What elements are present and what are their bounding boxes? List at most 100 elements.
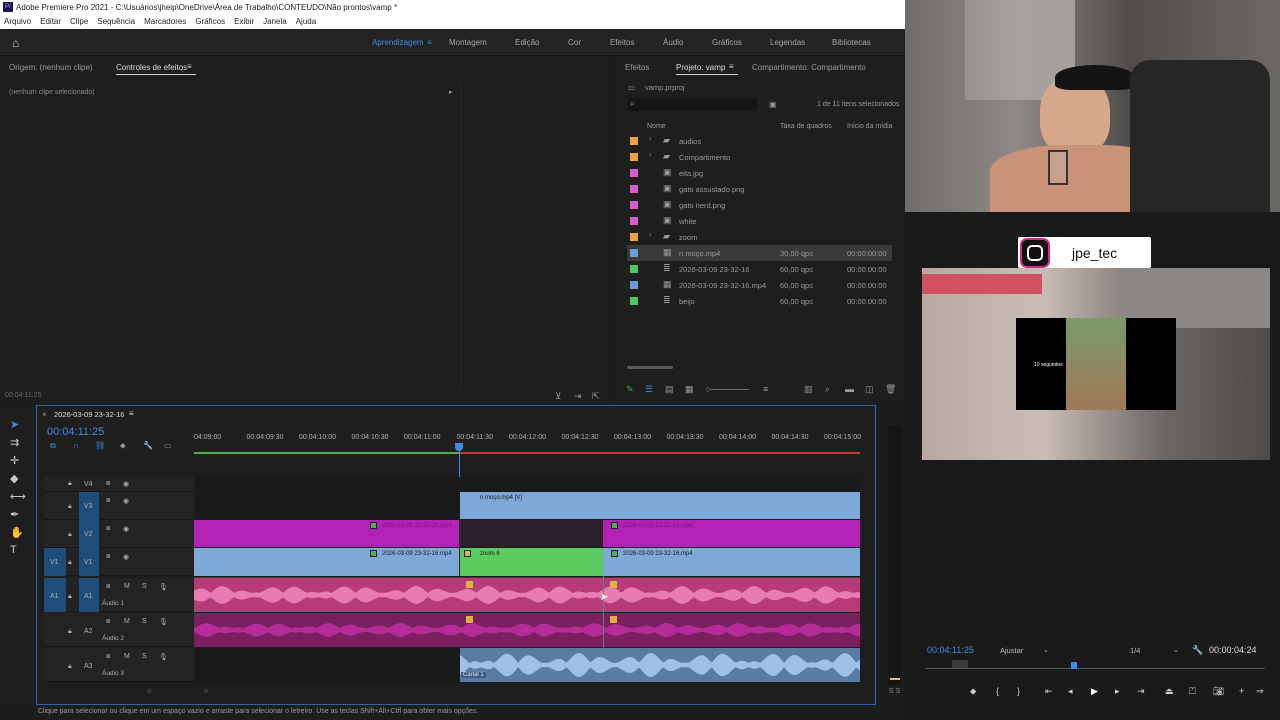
scroll-handle-icon[interactable]: ○ (204, 688, 208, 695)
slip-tool-icon[interactable]: ⟷ (10, 490, 26, 503)
track-label-a1[interactable]: A1 (84, 593, 93, 600)
lock-icon[interactable]: 🔒︎ (68, 593, 72, 601)
hand-tool-icon[interactable]: ✋ (10, 526, 24, 539)
step-back-icon[interactable]: ◂ (1068, 686, 1073, 697)
label-color-swatch[interactable] (630, 169, 638, 177)
clip-v3-n-moco[interactable]: n moço.mp4 [V] (460, 492, 860, 519)
project-item[interactable]: ≣ beijo 60,00 qps 00:00:00:00 (627, 293, 892, 309)
lock-icon[interactable]: 🔒︎ (68, 628, 72, 636)
lock-icon[interactable]: 🔒︎ (68, 559, 72, 567)
timeline-timecode[interactable]: 00:04:11:25 (47, 426, 104, 438)
panel-menu-icon[interactable]: ≡ (729, 62, 734, 71)
pencil-icon[interactable]: ✎ (626, 384, 634, 395)
project-item[interactable]: ▦ n moço.mp4 30,00 qps 00:00:00:00 (627, 245, 892, 261)
workspace-aprendizagem[interactable]: Aprendizagem (372, 38, 424, 47)
menu-marcadores[interactable]: Marcadores (144, 17, 186, 29)
tab-compartimento[interactable]: Compartimento: Compartimento (752, 63, 866, 72)
clip-a1-audio[interactable] (194, 578, 860, 612)
mute-button[interactable]: M (124, 653, 130, 660)
razor-tool-icon[interactable]: ◆ (10, 472, 18, 485)
linked-selection-icon[interactable]: ⛓ (95, 441, 105, 450)
icon-view-icon[interactable]: ▤ (665, 384, 674, 395)
clip-v2-left[interactable]: 2026-03-09 23-32-16.mp4 (194, 520, 459, 547)
source-label-a1[interactable]: A1 (50, 593, 59, 600)
mark-out-icon[interactable]: } (1017, 686, 1020, 696)
label-color-swatch[interactable] (630, 265, 638, 273)
chevron-down-icon[interactable]: ⌄ (1043, 646, 1049, 654)
panel-menu-icon[interactable]: ≡ (187, 62, 192, 71)
go-to-out-icon[interactable]: ⇥ (1137, 686, 1145, 697)
list-scrollbar[interactable] (627, 366, 673, 369)
solo-button[interactable]: S (142, 583, 147, 590)
add-marker-icon[interactable]: ⬥ (120, 441, 126, 451)
find-icon[interactable]: ⌕ (825, 384, 830, 395)
workspace-edicao[interactable]: Edição (515, 38, 539, 47)
project-item[interactable]: ▣ gato nerd.png (627, 197, 892, 213)
selection-tool-icon[interactable]: ➤ (10, 418, 19, 431)
sync-lock-icon[interactable]: ⧈ (106, 497, 110, 505)
label-color-swatch[interactable] (630, 233, 638, 241)
workspace-audio[interactable]: Áudio (663, 38, 683, 47)
menu-editar[interactable]: Editar (40, 17, 61, 29)
new-bin-icon[interactable]: ▬ (845, 384, 854, 394)
program-scrubber[interactable] (925, 668, 1265, 669)
sync-lock-icon[interactable]: ⧈ (106, 653, 110, 661)
snap-icon[interactable]: ∩ (73, 441, 79, 450)
clip-v2-right[interactable]: 2026-03-09 23-32-16.mp4 (603, 520, 860, 547)
track-select-tool-icon[interactable]: ⇉ (10, 436, 19, 449)
fit-dropdown[interactable]: Ajustar (1000, 646, 1023, 655)
solo-button[interactable]: S (142, 653, 147, 660)
microphone-icon[interactable]: 🎙︎ (159, 583, 168, 591)
clip-a3-audio[interactable]: Canal 1 (460, 648, 860, 682)
close-icon[interactable]: × (42, 410, 47, 419)
track-label-a3[interactable]: A3 (84, 663, 93, 670)
eye-icon[interactable]: ◉ (123, 525, 129, 533)
sequence-tab[interactable]: 2026-03-09 23-32-16 (54, 410, 124, 419)
workspace-efeitos[interactable]: Efeitos (610, 38, 634, 47)
tab-effects[interactable]: Efeitos (625, 63, 649, 72)
workspace-bibliotecas[interactable]: Bibliotecas (832, 38, 871, 47)
sort-icon[interactable]: ≡ (763, 384, 768, 394)
wrench-icon[interactable]: 🔧 (1192, 645, 1203, 656)
mute-button[interactable]: M (124, 618, 130, 625)
menu-graficos[interactable]: Gráficos (195, 17, 225, 29)
column-name[interactable]: Nome (647, 123, 666, 130)
track-label-v2[interactable]: V2 (84, 531, 93, 538)
project-item[interactable]: › ▰ audios (627, 133, 892, 149)
label-color-swatch[interactable] (630, 281, 638, 289)
label-color-swatch[interactable] (630, 249, 638, 257)
workspace-montagem[interactable]: Montagem (449, 38, 487, 47)
sync-lock-icon[interactable]: ⧈ (106, 618, 110, 626)
captions-icon[interactable]: ▭ (164, 441, 172, 450)
add-marker-icon[interactable]: ⬥ (970, 686, 976, 697)
microphone-icon[interactable]: 🎙︎ (159, 653, 168, 661)
list-view-icon[interactable]: ☰ (645, 384, 653, 395)
clip-a2-audio[interactable] (194, 613, 860, 647)
tab-effect-controls[interactable]: Controles de efeitos (116, 63, 187, 72)
hamburger-icon[interactable]: ≡ (427, 38, 432, 47)
extract-icon[interactable]: ⏍ (1189, 686, 1196, 697)
project-item[interactable]: ▦ 2026-03-09 23-32-16.mp4 60,00 qps 00:00:0… (627, 277, 892, 293)
zoom-slider-icon[interactable]: ○────── (705, 384, 749, 394)
quality-dropdown[interactable]: 1/4 (1130, 646, 1140, 655)
project-item[interactable]: ▣ white (627, 213, 892, 229)
tab-source[interactable]: Origem: (nenhum clipe) (9, 63, 93, 72)
workspace-cor[interactable]: Cor (568, 38, 581, 47)
lock-icon[interactable]: 🔒︎ (68, 531, 72, 539)
sync-lock-icon[interactable]: ⧈ (106, 583, 110, 591)
chevron-right-icon[interactable]: › (649, 136, 651, 143)
program-timecode[interactable]: 00:04:11:25 (927, 645, 974, 655)
share-icon[interactable]: ⇱ (592, 391, 600, 402)
panel-menu-icon[interactable]: ≡ (129, 409, 134, 418)
menu-arquivo[interactable]: Arquivo (4, 17, 31, 29)
source-label-v1[interactable]: V1 (50, 559, 59, 566)
play-triangle-icon[interactable]: ▸ (449, 88, 453, 96)
label-color-swatch[interactable] (630, 185, 638, 193)
chevron-right-icon[interactable]: › (649, 152, 651, 159)
project-item[interactable]: ≣ 2026-03-09 23-32-16 60,00 qps 00:00:00:00 (627, 261, 892, 277)
lock-icon[interactable]: 🔒︎ (68, 503, 72, 511)
playhead-handle[interactable] (455, 443, 463, 451)
home-icon[interactable]: ⌂ (12, 36, 19, 50)
type-tool-icon[interactable]: T (10, 544, 17, 556)
scroll-handle-icon[interactable]: ○ (147, 688, 151, 695)
